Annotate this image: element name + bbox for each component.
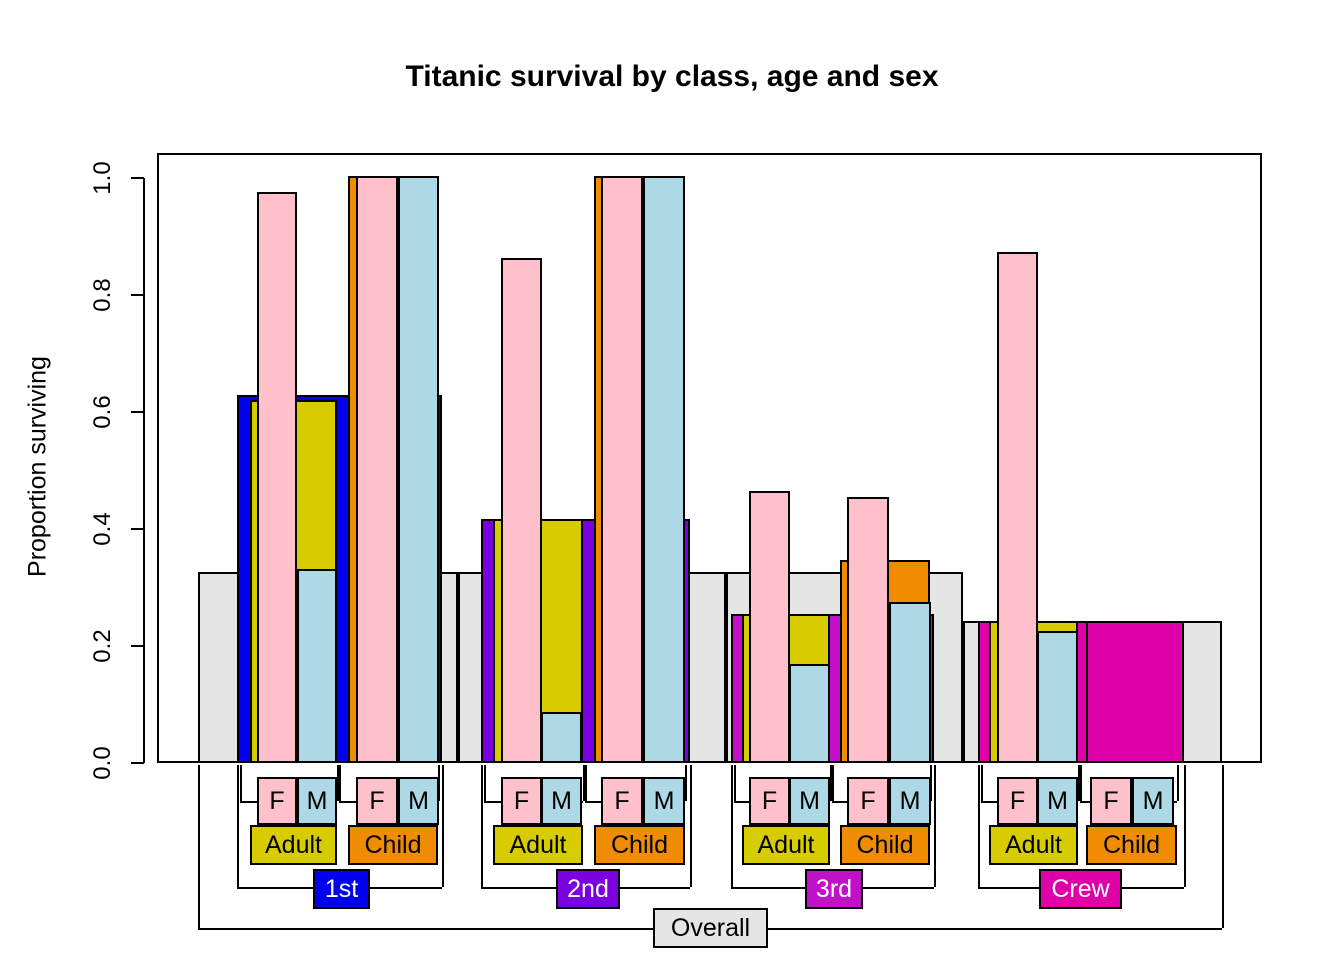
sex-label-3rd-adult-m[interactable]: M	[789, 777, 830, 825]
conn-2nd-child-v-r	[685, 765, 687, 801]
bar-sex-2nd-child-m	[643, 176, 685, 763]
conn-overall-h-l	[198, 928, 653, 930]
sex-label-crew-child-f[interactable]: F	[1090, 777, 1132, 825]
bar-sex-3rd-child-f	[847, 496, 889, 763]
age-label-3rd-child[interactable]: Child	[840, 825, 930, 865]
conn-crew-child-h-r	[1174, 801, 1177, 803]
conn-crew-class-h-r	[1122, 887, 1184, 889]
conn-1st-class-v-l	[237, 825, 239, 887]
conn-overall-v-r	[1222, 765, 1224, 928]
bar-sex-1st-child-f	[356, 176, 398, 763]
overall-label[interactable]: Overall	[653, 908, 768, 948]
sex-label-1st-adult-m[interactable]: M	[297, 777, 337, 825]
plot-panel	[157, 153, 1262, 763]
class-label-1st[interactable]: 1st	[313, 869, 370, 909]
conn-3rd-child-v-l	[832, 765, 834, 801]
y-tick-mark	[131, 528, 144, 530]
sex-label-3rd-child-f[interactable]: F	[847, 777, 889, 825]
conn-crew-class-v-r	[1184, 765, 1186, 887]
class-label-3rd[interactable]: 3rd	[805, 869, 863, 909]
bar-sex-1st-child-m	[398, 176, 439, 763]
conn-1st-child-h-l	[339, 801, 356, 803]
conn-2nd-class-v-l	[481, 765, 483, 887]
age-label-crew-adult[interactable]: Adult	[989, 825, 1078, 865]
sex-label-2nd-adult-f[interactable]: F	[501, 777, 542, 825]
conn-1st-sex-f-adult	[240, 765, 242, 801]
sex-label-2nd-adult-m[interactable]: M	[541, 777, 582, 825]
conn-overall-h-r	[768, 928, 1222, 930]
age-label-2nd-child[interactable]: Child	[594, 825, 685, 865]
conn-2nd-class-h-r	[620, 887, 690, 889]
conn-crew-sexbox-h-l	[981, 801, 997, 803]
y-tick-label: 0.4	[89, 512, 116, 546]
conn-2nd-class-v-r	[690, 765, 692, 887]
conn-3rd-class-v-r	[934, 765, 936, 887]
conn-crew-child-v-l	[1080, 765, 1082, 801]
conn-3rd-sexbox-h-l	[734, 801, 749, 803]
bar-sex-3rd-adult-m	[789, 664, 830, 763]
sex-label-2nd-child-m[interactable]: M	[643, 777, 685, 825]
age-label-3rd-adult[interactable]: Adult	[742, 825, 830, 865]
chart-title: Titanic survival by class, age and sex	[405, 60, 939, 93]
conn-1st-child-v-l	[339, 765, 341, 801]
conn-3rd-class-v-l	[731, 765, 733, 887]
bar-sex-2nd-adult-m	[541, 712, 582, 763]
bar-sex-crew-adult-f	[997, 252, 1038, 763]
bar-age-crew-child	[1086, 621, 1184, 763]
y-axis-line	[143, 178, 145, 763]
y-tick-mark	[131, 645, 144, 647]
bar-sex-1st-adult-f	[257, 192, 297, 763]
bar-sex-1st-adult-m	[297, 569, 337, 763]
conn-1st-class-h-r	[370, 887, 442, 889]
age-label-1st-adult[interactable]: Adult	[250, 825, 337, 865]
conn-3rd-child-h-l	[832, 801, 847, 803]
conn-1st-class-v-r	[442, 825, 444, 887]
sex-label-3rd-child-m[interactable]: M	[889, 777, 931, 825]
conn-2nd-sexbox-v-l	[484, 765, 486, 801]
conn-crew-child-h-l	[1080, 801, 1090, 803]
conn-1st-sex-h1	[240, 801, 257, 803]
bar-sex-crew-adult-m	[1037, 630, 1078, 763]
sex-label-3rd-adult-f[interactable]: F	[749, 777, 790, 825]
chart-canvas: Titanic survival by class, age and sex P…	[0, 0, 1344, 960]
label-tree: F M F M Adult Child 1st F M F M Adult Child 2nd F M F M Ad…	[0, 763, 1344, 960]
conn-crew-class-v-l	[978, 765, 980, 887]
conn-crew-class-h-l	[978, 887, 1039, 889]
bar-sex-2nd-child-f	[601, 176, 643, 763]
y-tick-label: 0.2	[89, 629, 116, 663]
conn-crew-sexbox-v-l	[981, 765, 983, 801]
age-label-2nd-adult[interactable]: Adult	[493, 825, 583, 865]
sex-label-1st-child-f[interactable]: F	[356, 777, 398, 825]
conn-2nd-sexbox-h-l	[484, 801, 501, 803]
bar-sex-2nd-adult-f	[501, 257, 542, 763]
class-label-crew[interactable]: Crew	[1039, 869, 1122, 909]
y-tick-label: 1.0	[89, 161, 116, 195]
conn-3rd-class-h-l	[731, 887, 805, 889]
y-tick-label: 0.8	[89, 278, 116, 312]
bar-sex-3rd-child-m	[889, 602, 931, 763]
class-label-2nd[interactable]: 2nd	[556, 869, 620, 909]
conn-overall-v-l	[198, 765, 200, 928]
y-axis-label: Proportion surviving	[23, 356, 52, 577]
y-tick-label: 0.6	[89, 395, 116, 429]
conn-2nd-child-h-l	[585, 801, 602, 803]
sex-label-1st-child-m[interactable]: M	[398, 777, 439, 825]
conn-1st-class-h-l	[237, 887, 313, 889]
y-tick-mark	[131, 177, 144, 179]
conn-3rd-class-h-r	[863, 887, 934, 889]
age-label-1st-child[interactable]: Child	[348, 825, 438, 865]
bar-sex-3rd-adult-f	[749, 491, 790, 763]
y-tick-mark	[131, 411, 144, 413]
sex-label-crew-adult-m[interactable]: M	[1037, 777, 1078, 825]
sex-label-2nd-child-f[interactable]: F	[601, 777, 643, 825]
age-label-crew-child[interactable]: Child	[1086, 825, 1177, 865]
conn-2nd-class-h-l	[481, 887, 556, 889]
sex-label-crew-adult-f[interactable]: F	[997, 777, 1038, 825]
conn-crew-child-v-r	[1177, 765, 1179, 801]
sex-label-1st-adult-f[interactable]: F	[257, 777, 297, 825]
sex-label-crew-child-m[interactable]: M	[1132, 777, 1174, 825]
conn-2nd-child-v-l	[585, 765, 587, 801]
y-tick-mark	[131, 294, 144, 296]
conn-3rd-sexbox-v-l	[734, 765, 736, 801]
